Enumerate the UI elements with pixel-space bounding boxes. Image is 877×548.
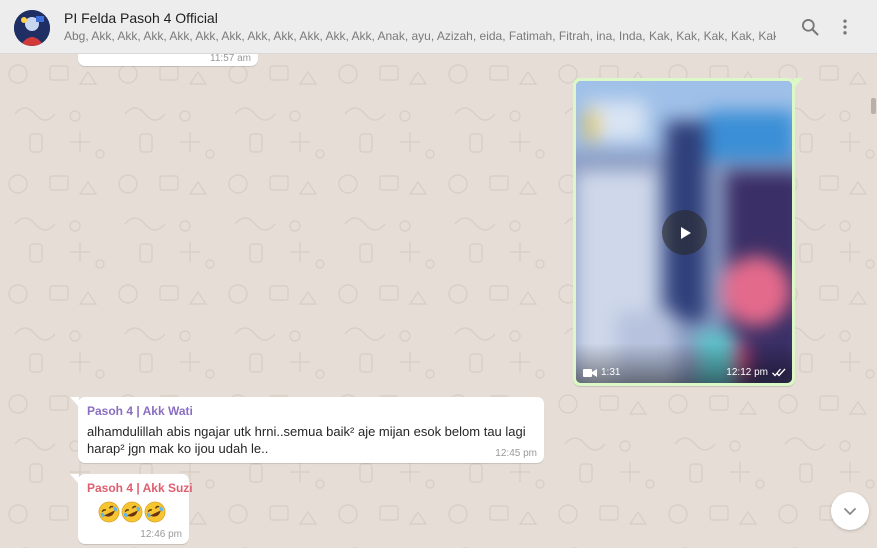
video-meta: 12:12 pm [726,367,786,378]
play-icon [680,226,691,239]
chat-scrollbar[interactable] [871,98,876,114]
menu-button[interactable] [832,14,858,40]
message-line-2: harap² jgn mak ko ijou udah le.. [87,441,269,456]
scroll-to-bottom-button[interactable] [831,492,869,530]
group-members[interactable]: Abg, Akk, Akk, Akk, Akk, Akk, Akk, Akk, … [64,29,776,43]
video-message-bubble[interactable]: 1:31 12:12 pm [573,78,803,386]
more-vertical-icon [843,19,847,35]
bubble-tail [70,397,79,407]
bubble-tail [70,474,79,484]
rofl-emoji-icon [98,501,120,523]
chat-panel[interactable]: 11:57 am 1:31 12:12 pm Pasoh 4 | Akk Wat… [0,54,877,548]
message-time: 11:57 am [210,54,251,64]
video-duration-text: 1:31 [601,367,621,378]
group-avatar[interactable] [14,10,50,46]
sender-name[interactable]: Pasoh 4 | Akk Wati [87,404,535,418]
message-time: 12:12 pm [726,367,768,378]
message-bubble-suzi[interactable]: Pasoh 4 | Akk Suzi 🤣🤣🤣 [70,474,193,544]
message-bubble-previous[interactable]: 11:57 am [78,54,258,66]
chevron-down-icon [844,508,856,515]
message-time: 12:45 pm [495,448,537,459]
whatsapp-window: PI Felda Pasoh 4 Official Abg, Akk, Akk,… [0,0,877,548]
search-button[interactable] [797,14,823,40]
video-camera-icon [583,368,597,377]
video-thumbnail[interactable]: 1:31 12:12 pm [576,81,792,383]
message-time: 12:46 pm [140,529,182,540]
rofl-emoji-icon [121,501,143,523]
chat-header: PI Felda Pasoh 4 Official Abg, Akk, Akk,… [0,0,877,54]
sender-name[interactable]: Pasoh 4 | Akk Suzi [87,481,193,495]
double-check-icon [772,368,786,377]
search-icon [802,19,819,36]
message-line-1: alhamdulillah abis ngajar utk hrni..semu… [87,424,526,439]
message-text: alhamdulillah abis ngajar utk hrni..semu… [87,423,535,457]
play-button[interactable] [662,210,707,255]
bubble-tail [794,78,803,88]
video-duration: 1:31 [583,367,620,378]
emoji-message: 🤣🤣🤣 [98,501,166,523]
group-title[interactable]: PI Felda Pasoh 4 Official [64,10,218,26]
rofl-emoji-icon [144,501,166,523]
message-bubble-wati[interactable]: Pasoh 4 | Akk Wati alhamdulillah abis ng… [70,397,544,463]
